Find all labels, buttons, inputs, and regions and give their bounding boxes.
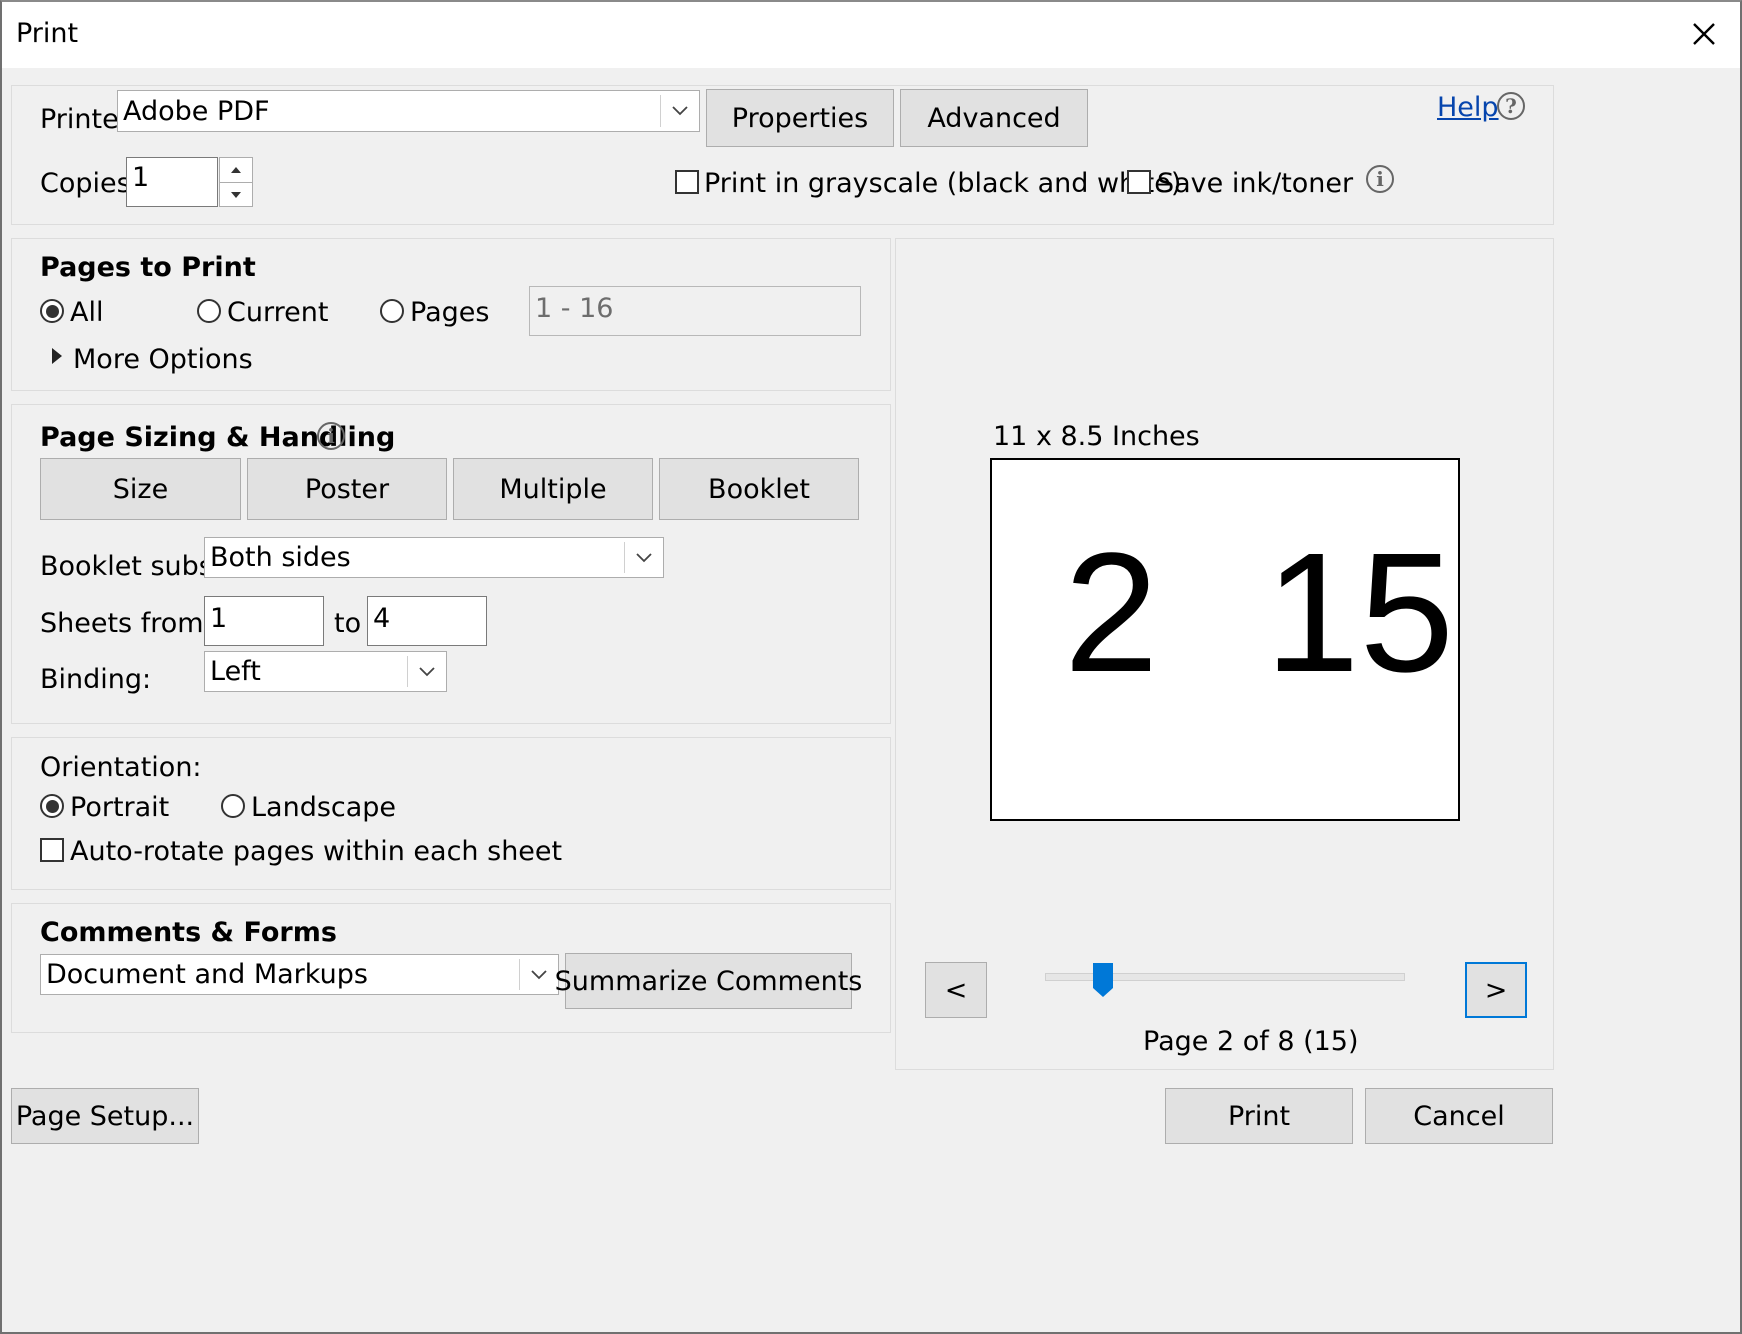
page-status: Page 2 of 8 (15) [1143,1026,1359,1057]
pages-to-print-heading: Pages to Print [40,252,256,283]
save-ink-checkbox[interactable] [1127,170,1151,194]
all-label[interactable]: All [70,297,103,328]
binding-label: Binding: [40,664,152,695]
printer-select-value: Adobe PDF [123,95,270,127]
save-ink-label[interactable]: Save ink/toner [1157,168,1353,199]
to-label: to [334,608,362,639]
orientation-label: Orientation: [40,752,202,783]
sheets-from-input[interactable]: 1 [204,596,324,646]
chevron-down-icon [408,652,446,691]
autorotate-checkbox[interactable] [40,838,64,862]
stepper-down-icon[interactable] [220,183,252,207]
print-button[interactable]: Print [1165,1088,1353,1144]
more-options-label[interactable]: More Options [73,344,253,375]
chevron-down-icon [625,538,663,577]
info-icon[interactable]: i [1366,165,1394,193]
chevron-down-icon [520,955,558,994]
help-link[interactable]: Help [1437,92,1499,123]
grayscale-label[interactable]: Print in grayscale (black and white) [704,168,1181,199]
previous-page-button[interactable]: < [925,962,987,1018]
preview-left-page-number: 2 [1064,518,1159,708]
summarize-comments-button[interactable]: Summarize Comments [555,953,862,1009]
copies-stepper[interactable] [219,157,253,207]
portrait-label[interactable]: Portrait [70,792,169,823]
preview-right-page-number: 15 [1265,518,1455,708]
booklet-subset-value: Both sides [210,542,351,573]
binding-select[interactable]: Left [204,651,447,692]
sheets-from-label: Sheets from [40,608,204,639]
advanced-button[interactable]: Advanced [900,89,1088,147]
window-title: Print [16,18,79,49]
landscape-radio[interactable] [221,794,245,818]
close-icon[interactable] [1684,14,1724,54]
current-label[interactable]: Current [227,297,328,328]
properties-button[interactable]: Properties [706,89,894,147]
pages-radio[interactable] [380,299,404,323]
title-bar [2,2,1740,68]
page-slider-thumb[interactable] [1092,962,1114,998]
booklet-subset-select[interactable]: Both sides [204,537,664,578]
chevron-down-icon [661,91,699,131]
comments-select[interactable]: Document and Markups [40,954,559,995]
copies-label: Copies: [40,168,140,199]
sheets-to-input[interactable]: 4 [367,596,487,646]
portrait-radio[interactable] [40,794,64,818]
tab-size[interactable]: Size [40,458,241,520]
page-setup-button[interactable]: Page Setup... [11,1088,199,1144]
tab-poster[interactable]: Poster [247,458,447,520]
current-radio[interactable] [197,299,221,323]
binding-value: Left [210,656,261,687]
copies-input[interactable]: 1 [126,157,218,207]
tab-booklet[interactable]: Booklet [659,458,859,520]
pages-label[interactable]: Pages [410,297,489,328]
preview-page: 2 15 [990,458,1460,821]
next-page-button[interactable]: > [1465,962,1527,1018]
landscape-label[interactable]: Landscape [251,792,396,823]
printer-select[interactable]: Adobe PDF [117,90,700,132]
expand-triangle-icon[interactable] [50,347,64,369]
stepper-up-icon[interactable] [220,158,252,183]
comments-value: Document and Markups [46,959,368,990]
cancel-button[interactable]: Cancel [1365,1088,1553,1144]
grayscale-checkbox[interactable] [675,170,699,194]
sizing-info-icon[interactable]: i [317,422,345,450]
all-radio[interactable] [40,299,64,323]
preview-size-label: 11 x 8.5 Inches [993,421,1200,452]
help-icon[interactable]: ? [1497,92,1525,120]
tab-multiple[interactable]: Multiple [453,458,653,520]
autorotate-label[interactable]: Auto-rotate pages within each sheet [70,836,562,867]
pages-range-input[interactable]: 1 - 16 [529,286,861,336]
comments-heading: Comments & Forms [40,917,337,948]
